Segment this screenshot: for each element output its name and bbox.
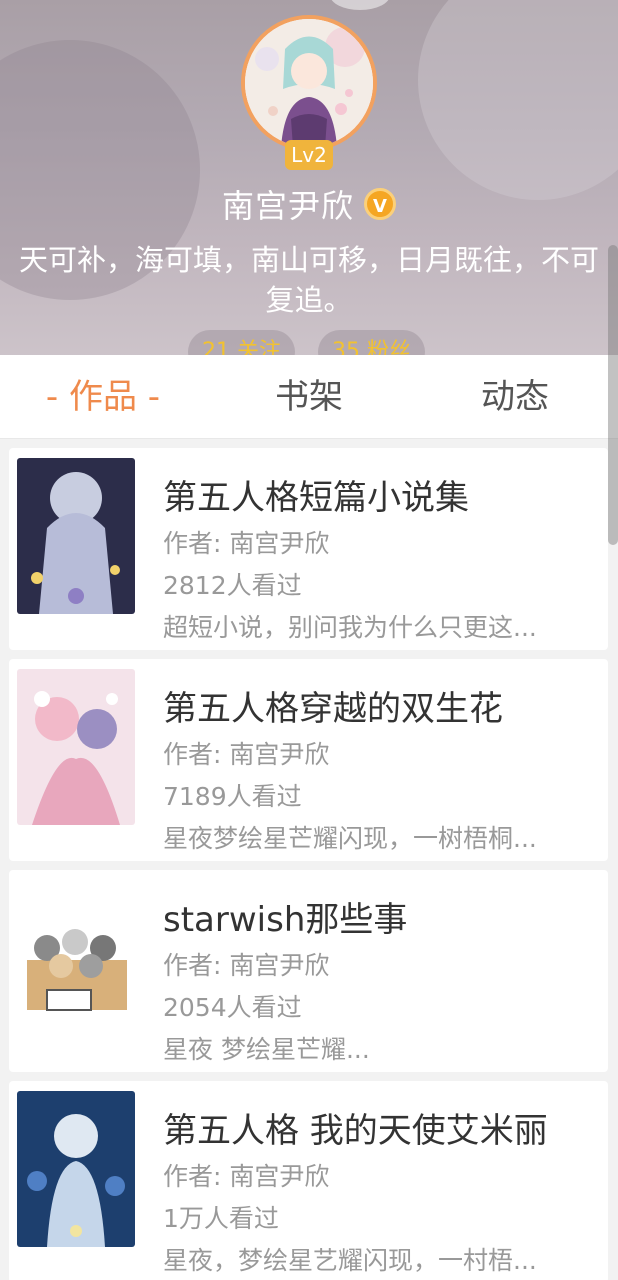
book-title: starwish那些事 — [163, 900, 408, 940]
username-row: 南宫尹欣 V — [0, 180, 618, 228]
book-author: 作者: 南宫尹欣 — [163, 951, 330, 980]
tab-works[interactable]: - 作品 - — [0, 355, 206, 438]
profile-bio: 天可补，海可填，南山可移，日月既往，不可复追。 — [18, 243, 599, 317]
avatar-image — [245, 19, 373, 147]
book-views: 1万人看过 — [163, 1204, 279, 1233]
tab-bookshelf[interactable]: 书架 — [206, 355, 412, 438]
scrollbar[interactable] — [608, 245, 618, 545]
book-description: 星夜梦绘星芒耀闪现，一树梧桐... — [163, 824, 537, 853]
book-title: 第五人格穿越的双生花 — [163, 689, 503, 729]
tab-activity[interactable]: 动态 — [412, 355, 618, 438]
book-title: 第五人格短篇小说集 — [163, 478, 469, 518]
book-description: 超短小说，别问我为什么只更这... — [163, 613, 537, 642]
book-cover — [17, 458, 135, 614]
book-cover — [17, 669, 135, 825]
header-decoration — [418, 0, 618, 200]
book-card[interactable]: 第五人格短篇小说集 作者: 南宫尹欣 2812人看过 超短小说，别问我为什么只更… — [9, 448, 608, 650]
avatar[interactable] — [241, 15, 377, 151]
profile-header: Lv2 南宫尹欣 V 天可补，海可填，南山可移，日月既往，不可复追。 21 关注… — [0, 0, 618, 360]
book-author: 作者: 南宫尹欣 — [163, 740, 330, 769]
level-badge: Lv2 — [285, 140, 333, 170]
book-views: 7189人看过 — [163, 782, 302, 811]
book-card[interactable]: 第五人格穿越的双生花 作者: 南宫尹欣 7189人看过 星夜梦绘星芒耀闪现，一树… — [9, 659, 608, 861]
book-title: 第五人格 我的天使艾米丽 — [163, 1111, 548, 1151]
v-badge-icon: V — [364, 188, 396, 220]
book-description: 星夜，梦绘星艺耀闪现，一村梧... — [163, 1246, 537, 1275]
book-author: 作者: 南宫尹欣 — [163, 1162, 330, 1191]
book-description: 星夜 梦绘星芒耀... — [163, 1035, 370, 1064]
book-cover — [17, 1091, 135, 1247]
book-card[interactable]: starwish那些事 作者: 南宫尹欣 2054人看过 星夜 梦绘星芒耀... — [9, 870, 608, 1072]
book-author: 作者: 南宫尹欣 — [163, 529, 330, 558]
book-views: 2054人看过 — [163, 993, 302, 1022]
book-views: 2812人看过 — [163, 571, 302, 600]
book-cover — [17, 880, 135, 1036]
header-decoration — [330, 0, 390, 10]
username: 南宫尹欣 — [221, 187, 354, 225]
book-card[interactable]: 第五人格 我的天使艾米丽 作者: 南宫尹欣 1万人看过 星夜，梦绘星艺耀闪现，一… — [9, 1081, 608, 1280]
tab-bar: - 作品 - 书架 动态 — [0, 355, 618, 439]
